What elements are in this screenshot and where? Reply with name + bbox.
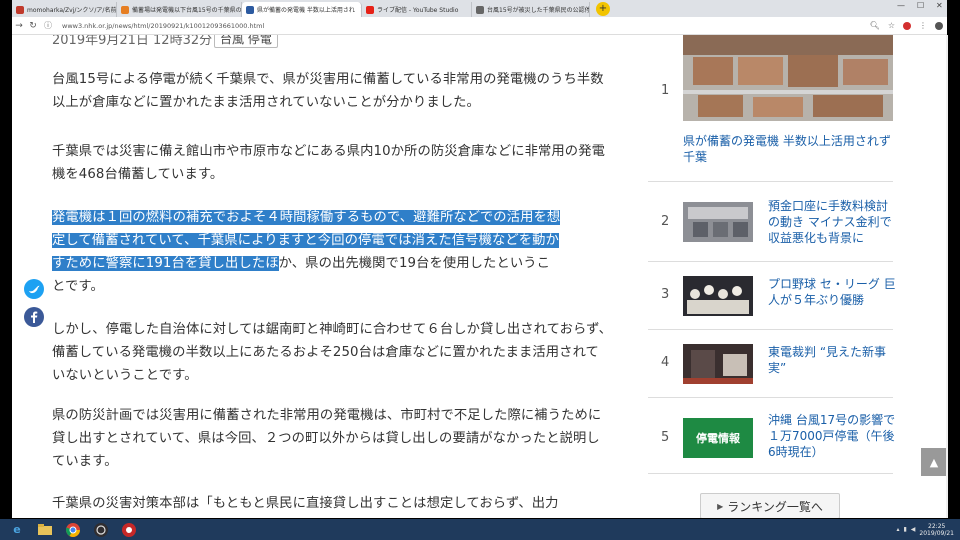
network-icon[interactable]: ▮ (903, 526, 906, 533)
ranking-item[interactable]: 5 停電情報 沖縄 台風17号の影響で１万7000戸停電（午後6時現在） (648, 398, 895, 474)
selected-text: すために警察に191台を貸し出したほ (52, 256, 279, 271)
thumbnail-caption: 停電情報 (696, 432, 740, 445)
folder-icon[interactable] (34, 521, 56, 539)
web-page: 2019年9月21日 12時32分 台風 停電 台風15号による停電が続く千葉県… (12, 35, 947, 518)
ranking-title[interactable]: 県が備蓄の発電機 半数以上活用されず 千葉 (683, 133, 893, 165)
ranking-thumbnail (683, 276, 753, 316)
browser-tab[interactable]: 台風15号が被災した千葉県民の公認停電 (472, 2, 590, 17)
ranking-item[interactable]: 1 県が備蓄の発電機 半数以上活用されず 千葉 (648, 35, 893, 182)
ranking-thumbnail (683, 344, 753, 384)
ranking-title[interactable]: 沖縄 台風17号の影響で１万7000戸停電（午後6時現在） (768, 412, 898, 460)
ranking-thumbnail (683, 202, 753, 242)
ranking-title[interactable]: プロ野球 セ・リーグ 巨人が５年ぶり優勝 (768, 276, 898, 308)
article-paragraph: 台風15号による停電が続く千葉県で、県が災害用に備蓄している非常用の発電機のうち… (52, 72, 604, 110)
taskbar: e ▴ ▮ ◀ 22:25 2019/09/21 (0, 519, 960, 540)
selected-text: 定して備蓄されていて、千葉県によりますと今回の停電では消えた信号機などを動か (52, 233, 559, 248)
tab-favicon (246, 5, 254, 14)
article-paragraph-selected: 発電機は１回の燃料の補充でおよそ４時間稼働するもので、避難所などでの活用を想 定し… (52, 206, 612, 298)
obs-icon[interactable] (90, 521, 112, 539)
tab-favicon (121, 5, 129, 14)
article-paragraph: 千葉県の災害対策本部は「もともと県民に直接貸し出すことは想定しておらず、出力 (52, 496, 559, 511)
browser-tab-bar: momoharka/Zvj/ンクソ/ア/名前 備蓄場は発電機以下台風15号の千葉… (12, 0, 947, 17)
clock-date: 2019/09/21 (919, 529, 954, 537)
youtube-icon (366, 5, 374, 14)
page-top-button[interactable]: ▲ (921, 448, 947, 476)
selected-text: 発電機は１回の燃料の補充でおよそ４時間稼働するもので、避難所などでの活用を想 (52, 210, 561, 225)
rank-number: 2 (661, 214, 670, 229)
rank-number: 3 (661, 287, 670, 302)
tab-label: 県が備蓄の発電機 半数以上活用され (257, 7, 355, 14)
tab-label: 台風15号が被災した千葉県民の公認停電 (487, 7, 590, 14)
minimize-icon[interactable]: — (897, 1, 905, 10)
tab-favicon (476, 5, 484, 14)
avatar[interactable] (935, 21, 943, 30)
browser-tab[interactable]: momoharka/Zvj/ンクソ/ア/名前 (12, 2, 117, 17)
ranking-item[interactable]: 3 プロ野球 セ・リーグ 巨人が５年ぶり優勝 (648, 262, 896, 330)
browser-tab[interactable]: ライブ配信 - YouTube Studio (362, 2, 472, 17)
ranking-item[interactable]: 4 東電裁判 “見えた新事実” (648, 330, 893, 398)
twitter-share-button[interactable] (24, 275, 44, 303)
clock-time: 22:25 (928, 522, 946, 530)
paragraph-text: とです。 (52, 279, 104, 294)
ranking-thumbnail (683, 35, 893, 121)
rank-number: 5 (661, 430, 670, 445)
address-bar: → ↻ ⓘ www3.nhk.or.jp/news/html/20190921/… (12, 17, 947, 35)
article-paragraph: 千葉県では災害に備え館山市や市原市などにある県内10か所の防災倉庫などに非常用の… (52, 144, 605, 182)
tab-label: 備蓄場は発電機以下台風15号の千葉県の活用 (132, 7, 242, 14)
url-input[interactable]: www3.nhk.or.jp/news/html/20190921/k10012… (62, 22, 866, 30)
info-icon[interactable]: ⓘ (44, 20, 52, 31)
paragraph-text: か、県の出先機関で19台を使用したというこ (278, 256, 551, 271)
twitter-icon (24, 279, 44, 299)
ranking-title[interactable]: 東電裁判 “見えた新事実” (768, 344, 898, 376)
menu-icon[interactable]: ⋮ (919, 21, 927, 30)
ranking-more-button[interactable]: ▶ ランキング一覧へ (700, 493, 840, 518)
ranking-thumbnail: 停電情報 (683, 418, 753, 458)
reload-icon[interactable]: ↻ (26, 21, 40, 31)
extension-icon[interactable] (903, 21, 911, 30)
desktop-screen: momoharka/Zvj/ンクソ/ア/名前 備蓄場は発電機以下台風15号の千葉… (0, 0, 960, 540)
rank-number: 4 (661, 355, 670, 370)
tab-label: ライブ配信 - YouTube Studio (377, 7, 459, 14)
chevron-right-icon: ▶ (717, 501, 724, 511)
share-buttons (24, 275, 44, 331)
close-window-icon[interactable]: ✕ (936, 1, 943, 10)
back-icon[interactable]: → (12, 21, 26, 31)
ie-icon[interactable]: e (6, 521, 28, 539)
ranking-item[interactable]: 2 預金口座に手数料検討の動き マイナス金利で収益悪化も背景に (648, 182, 893, 262)
facebook-icon (24, 307, 44, 327)
app-icon[interactable] (118, 521, 140, 539)
tray-arrow-icon[interactable]: ▴ (896, 526, 899, 533)
browser-tab[interactable]: 備蓄場は発電機以下台風15号の千葉県の活用 (117, 2, 242, 17)
article-date: 2019年9月21日 12時32分 (52, 35, 213, 48)
volume-icon[interactable]: ◀ (911, 526, 916, 533)
arrow-up-icon: ▲ (929, 455, 939, 469)
scrollbar[interactable] (946, 35, 948, 518)
ranking-more-label: ランキング一覧へ (727, 499, 823, 514)
star-icon[interactable]: ☆ (888, 21, 895, 30)
ranking-title[interactable]: 預金口座に手数料検討の動き マイナス金利で収益悪化も背景に (768, 198, 898, 246)
tab-favicon (16, 5, 24, 14)
article-paragraph: 県の防災計画では災害用に備蓄された非常用の発電機は、市町村で不足した際に補うため… (52, 408, 602, 469)
zoom-icon[interactable]: 🔍︎ (870, 21, 880, 30)
tab-label: momoharka/Zvj/ンクソ/ア/名前 (27, 7, 117, 14)
article-paragraph: しかし、停電した自治体に対しては鋸南町と神崎町に合わせて６台しか貸し出されておら… (52, 322, 613, 383)
system-tray: ▴ ▮ ◀ 22:25 2019/09/21 (896, 519, 960, 540)
rank-number: 1 (661, 83, 670, 98)
browser-tab-active[interactable]: 県が備蓄の発電機 半数以上活用され ✕ (242, 2, 362, 17)
clock[interactable]: 22:25 2019/09/21 (919, 523, 954, 537)
facebook-share-button[interactable] (24, 303, 44, 331)
chrome-icon[interactable] (62, 521, 84, 539)
new-tab-button[interactable]: + (596, 1, 610, 16)
tag-button[interactable]: 台風 停電 (214, 35, 278, 48)
maximize-icon[interactable]: ☐ (917, 1, 924, 10)
